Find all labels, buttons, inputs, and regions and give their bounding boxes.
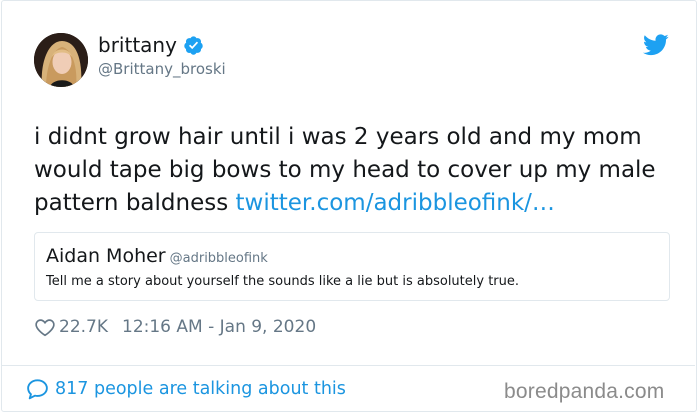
quoted-tweet-text: Tell me a story about yourself the sound… — [46, 274, 520, 289]
tweet-text: i didnt grow hair until i was 2 years ol… — [34, 121, 684, 220]
conversation-link[interactable]: 817 people are talking about this — [25, 376, 346, 402]
timestamp[interactable]: 12:16 AM - Jan 9, 2020 — [122, 315, 316, 339]
quoted-tweet-name: Aidan Moher — [46, 245, 166, 267]
display-name-row: brittany — [98, 32, 204, 58]
like-count[interactable]: 22.7K — [59, 315, 108, 339]
divider — [1, 365, 695, 366]
tweet-meta: 22.7K 12:16 AM - Jan 9, 2020 — [34, 315, 316, 339]
quoted-tweet-header: Aidan Moher @adribbleofink — [46, 244, 268, 271]
heart-icon[interactable] — [34, 316, 56, 338]
avatar[interactable] — [34, 33, 88, 87]
boredpanda-watermark: boredpanda.com — [504, 380, 665, 403]
conversation-text: 817 people are talking about this — [55, 379, 346, 399]
user-handle[interactable]: @Brittany_broski — [98, 59, 226, 79]
speech-bubble-icon — [27, 378, 48, 399]
twitter-bird-icon[interactable] — [643, 34, 669, 56]
verified-badge-icon — [184, 35, 203, 55]
quoted-tweet-handle: @adribbleofink — [169, 251, 268, 266]
tweet-link[interactable]: twitter.com/adribbleofink/… — [236, 190, 555, 216]
quoted-tweet[interactable]: Aidan Moher @adribbleofink Tell me a stor… — [34, 232, 670, 301]
display-name[interactable]: brittany — [98, 32, 177, 58]
user-avatar-photo — [34, 33, 88, 87]
tweet-card: brittany @Brittany_broski i didnt grow h… — [1, 0, 697, 412]
